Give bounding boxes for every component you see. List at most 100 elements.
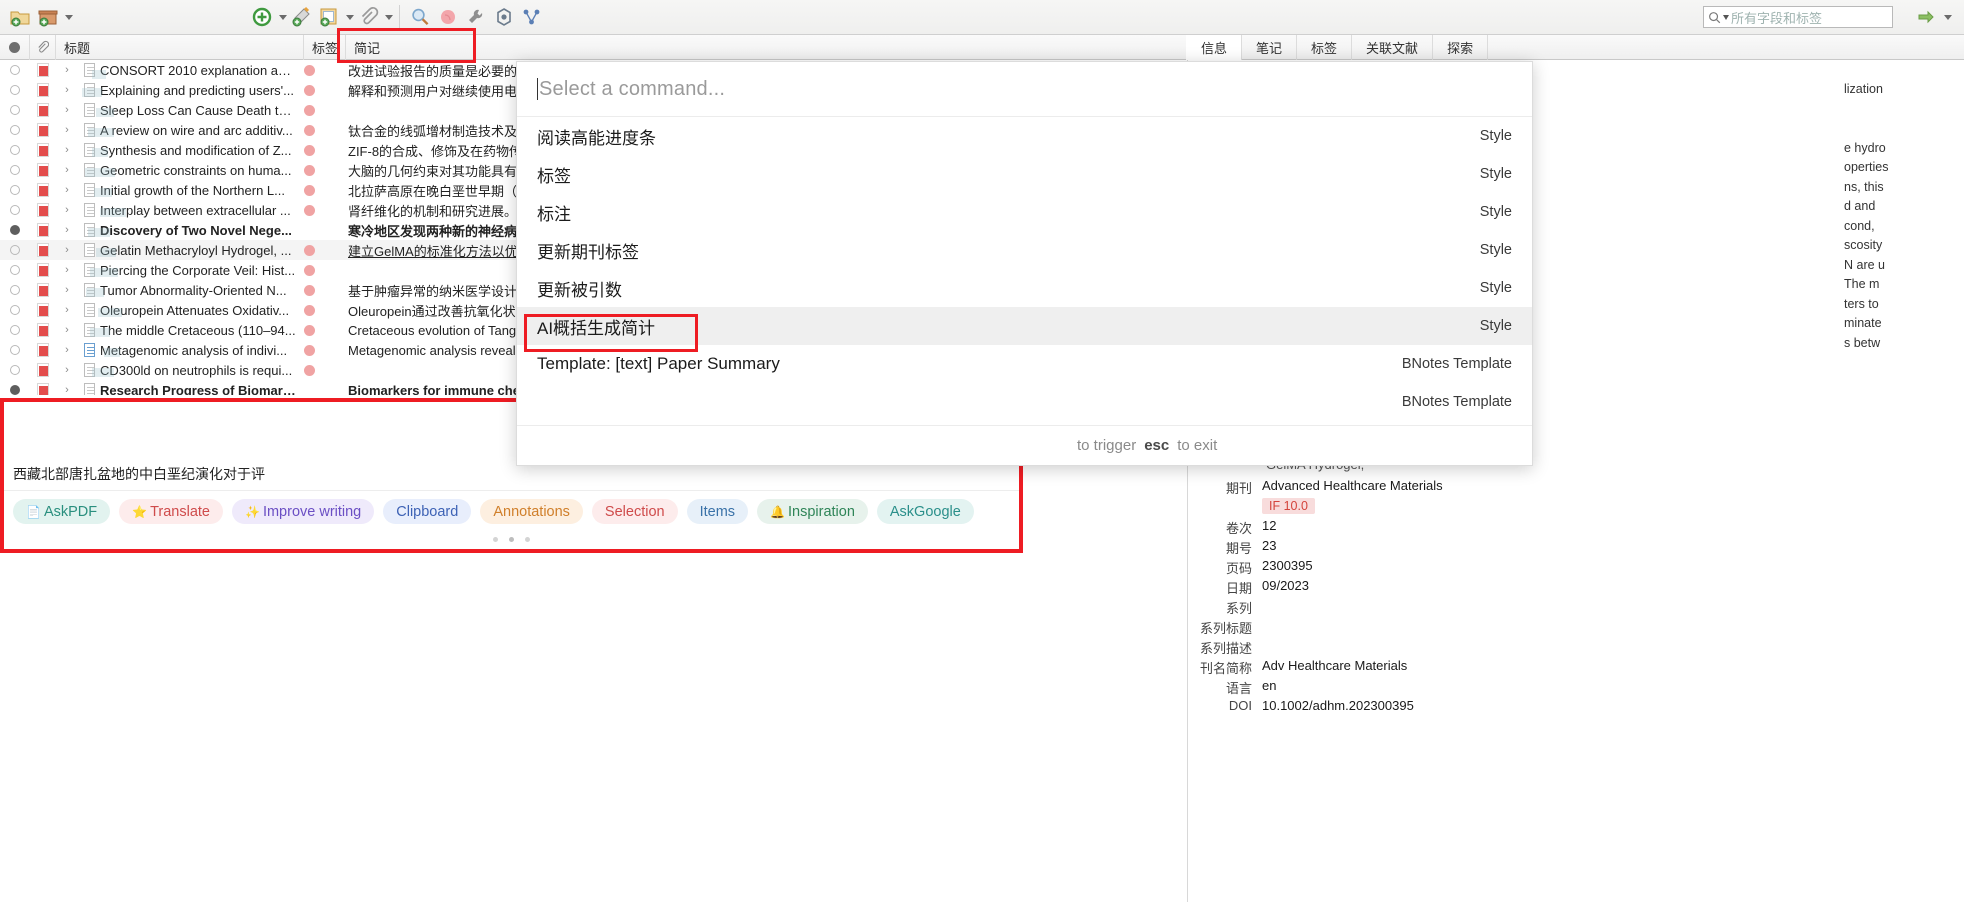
row-read-toggle[interactable] xyxy=(0,85,30,95)
pdf-icon[interactable] xyxy=(30,83,56,97)
pagination-dot[interactable] xyxy=(525,537,530,542)
peach-plugin-icon[interactable] xyxy=(434,4,462,30)
expand-chevron-right-icon[interactable]: › xyxy=(56,244,78,256)
add-attachment-chevron-down-icon[interactable] xyxy=(346,15,354,20)
expand-chevron-right-icon[interactable]: › xyxy=(56,104,78,116)
metadata-value[interactable]: 10.1002/adhm.202300395 xyxy=(1262,698,1414,713)
row-read-toggle[interactable] xyxy=(0,325,30,335)
metadata-value[interactable]: 12 xyxy=(1262,518,1276,533)
row-read-toggle[interactable] xyxy=(0,245,30,255)
add-by-identifier-icon[interactable] xyxy=(287,4,315,30)
expand-chevron-right-icon[interactable]: › xyxy=(56,224,78,236)
expand-chevron-right-icon[interactable]: › xyxy=(56,84,78,96)
ai-plugin-icon[interactable] xyxy=(490,4,518,30)
search-input[interactable]: 所有字段和标签 xyxy=(1703,6,1893,28)
advanced-search-icon[interactable] xyxy=(406,4,434,30)
expand-chevron-right-icon[interactable]: › xyxy=(56,324,78,336)
pdf-icon[interactable] xyxy=(30,263,56,277)
column-header-title[interactable]: 标题 xyxy=(56,35,304,60)
pdf-icon[interactable] xyxy=(30,383,56,395)
network-plugin-icon[interactable] xyxy=(518,4,546,30)
command-palette[interactable]: Select a command... 阅读高能进度条Style标签Style标… xyxy=(516,61,1533,466)
pdf-icon[interactable] xyxy=(30,203,56,217)
new-collection-icon[interactable] xyxy=(6,4,34,30)
expand-chevron-right-icon[interactable]: › xyxy=(56,284,78,296)
add-attachment-icon[interactable] xyxy=(315,4,343,30)
expand-chevron-right-icon[interactable]: › xyxy=(56,264,78,276)
pdf-icon[interactable] xyxy=(30,343,56,357)
new-library-chevron-down-icon[interactable] xyxy=(65,15,73,20)
command-palette-item[interactable]: 更新期刊标签Style xyxy=(517,231,1532,269)
chip-inspiration[interactable]: 🔔Inspiration xyxy=(757,499,868,524)
row-read-toggle[interactable] xyxy=(0,65,30,75)
command-palette-item[interactable]: 阅读高能进度条Style xyxy=(517,117,1532,155)
metadata-value[interactable]: Advanced Healthcare Materials xyxy=(1262,478,1443,493)
pdf-icon[interactable] xyxy=(30,323,56,337)
pdf-icon[interactable] xyxy=(30,283,56,297)
chip-selection[interactable]: Selection xyxy=(592,499,678,524)
command-palette-item[interactable]: 标签Style xyxy=(517,155,1532,193)
expand-chevron-right-icon[interactable]: › xyxy=(56,184,78,196)
pagination-dot[interactable] xyxy=(509,537,514,542)
expand-chevron-right-icon[interactable]: › xyxy=(56,144,78,156)
column-header-tags[interactable]: 标签 xyxy=(304,35,346,60)
expand-chevron-right-icon[interactable]: › xyxy=(56,364,78,376)
attachment-clip-icon[interactable] xyxy=(354,4,382,30)
expand-chevron-right-icon[interactable]: › xyxy=(56,344,78,356)
command-palette-item[interactable]: 标注Style xyxy=(517,193,1532,231)
pdf-icon[interactable] xyxy=(30,243,56,257)
chip-askpdf[interactable]: 📄AskPDF xyxy=(13,499,110,524)
new-library-icon[interactable] xyxy=(34,4,62,30)
row-read-toggle[interactable] xyxy=(0,385,30,395)
tab-笔记[interactable]: 笔记 xyxy=(1242,35,1297,60)
command-palette-list[interactable]: 阅读高能进度条Style标签Style标注Style更新期刊标签Style更新被… xyxy=(517,117,1532,421)
pdf-icon[interactable] xyxy=(30,143,56,157)
expand-chevron-right-icon[interactable]: › xyxy=(56,164,78,176)
search-scope-chevron-down-icon[interactable] xyxy=(1723,15,1729,20)
pdf-icon[interactable] xyxy=(30,163,56,177)
chip-clipboard[interactable]: Clipboard xyxy=(383,499,471,524)
pdf-icon[interactable] xyxy=(30,123,56,137)
tab-信息[interactable]: 信息 xyxy=(1187,35,1242,60)
row-read-toggle[interactable] xyxy=(0,125,30,135)
row-read-toggle[interactable] xyxy=(0,365,30,375)
metadata-value[interactable]: 2300395 xyxy=(1262,558,1313,573)
command-palette-item[interactable]: 更新被引数Style xyxy=(517,269,1532,307)
pdf-icon[interactable] xyxy=(30,103,56,117)
row-read-toggle[interactable] xyxy=(0,105,30,115)
column-header-notes[interactable]: 简记 xyxy=(346,35,1186,60)
tab-探索[interactable]: 探索 xyxy=(1433,35,1488,60)
note-panel-chip-row[interactable]: 📄AskPDF ⭐Translate ✨Improve writing Clipboa… xyxy=(13,499,1010,524)
column-header-attachment[interactable] xyxy=(30,35,56,60)
metadata-value[interactable]: 23 xyxy=(1262,538,1276,553)
new-item-chevron-down-icon[interactable] xyxy=(279,15,287,20)
go-chevron-down-icon[interactable] xyxy=(1944,15,1952,20)
row-read-toggle[interactable] xyxy=(0,165,30,175)
expand-chevron-right-icon[interactable]: › xyxy=(56,384,78,395)
command-palette-item[interactable]: AI概括生成简计Style xyxy=(517,307,1532,345)
expand-chevron-right-icon[interactable]: › xyxy=(56,64,78,76)
row-read-toggle[interactable] xyxy=(0,265,30,275)
pagination-dot[interactable] xyxy=(493,537,498,542)
row-read-toggle[interactable] xyxy=(0,205,30,215)
row-read-toggle[interactable] xyxy=(0,185,30,195)
command-palette-item[interactable]: BNotes Template xyxy=(517,383,1532,421)
chip-improve-writing[interactable]: ✨Improve writing xyxy=(232,499,374,524)
metadata-value[interactable]: 09/2023 xyxy=(1262,578,1309,593)
pdf-icon[interactable] xyxy=(30,223,56,237)
chip-annotations[interactable]: Annotations xyxy=(480,499,583,524)
expand-chevron-right-icon[interactable]: › xyxy=(56,124,78,136)
pdf-icon[interactable] xyxy=(30,63,56,77)
row-read-toggle[interactable] xyxy=(0,345,30,355)
chip-askgoogle[interactable]: AskGoogle xyxy=(877,499,974,524)
row-read-toggle[interactable] xyxy=(0,305,30,315)
command-palette-input[interactable]: Select a command... xyxy=(517,62,1532,117)
go-arrow-icon[interactable] xyxy=(1915,6,1937,28)
pdf-icon[interactable] xyxy=(30,183,56,197)
chip-translate[interactable]: ⭐Translate xyxy=(119,499,223,524)
command-palette-item[interactable]: Template: [text] Paper SummaryBNotes Tem… xyxy=(517,345,1532,383)
tab-标签[interactable]: 标签 xyxy=(1297,35,1352,60)
wrench-plugin-icon[interactable] xyxy=(462,4,490,30)
tab-关联文献[interactable]: 关联文献 xyxy=(1352,35,1433,60)
metadata-value[interactable]: en xyxy=(1262,678,1276,693)
